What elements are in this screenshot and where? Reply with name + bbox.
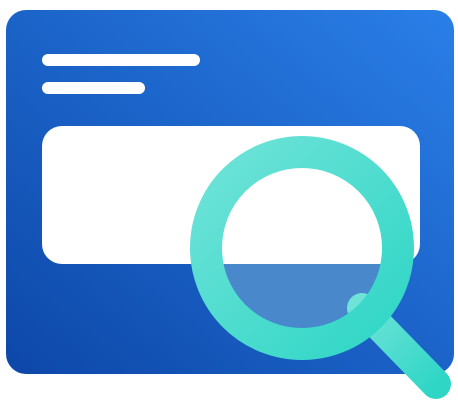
text-line-1 [42, 54, 200, 66]
text-line-2 [42, 82, 145, 94]
illustration [0, 0, 458, 416]
browser-search-illustration [6, 10, 454, 399]
